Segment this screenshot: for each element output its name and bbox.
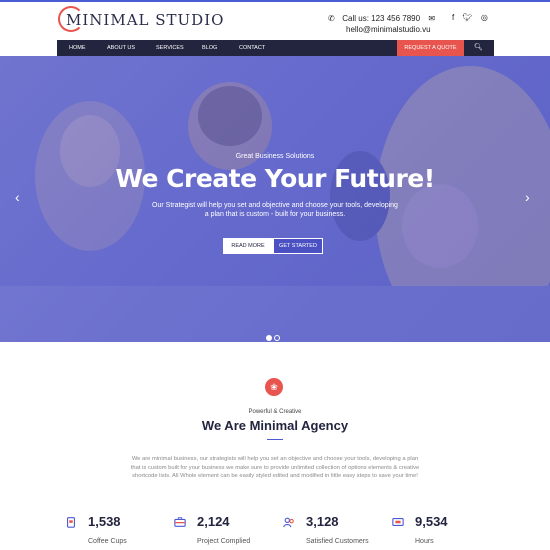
email-text[interactable]: hello@minimalstudio.vu xyxy=(346,25,431,34)
request-quote-button[interactable]: REQUEST A QUOTE xyxy=(397,40,464,56)
customers-icon xyxy=(283,517,294,528)
ticket-icon xyxy=(392,518,404,526)
slider-dot[interactable] xyxy=(274,335,280,341)
read-more-button[interactable]: READ MORE xyxy=(223,238,273,254)
hero-headline: We Create Your Future! xyxy=(115,164,435,193)
contact-info: ✆ Call us: 123 456 7890 ✉ hello@minimals… xyxy=(328,13,440,35)
sprout-icon: ❀ xyxy=(265,378,283,396)
stat-item: 1,538 Coffee Cups xyxy=(64,512,164,548)
phone-text[interactable]: Call us: 123 456 7890 xyxy=(342,14,420,23)
site-header: MINIMAL STUDIO ✆ Call us: 123 456 7890 ✉… xyxy=(0,2,550,40)
nav-item-contact[interactable]: CONTACT xyxy=(239,40,265,56)
stat-value: 9,534 xyxy=(415,514,448,529)
stat-value: 1,538 xyxy=(88,514,121,529)
about-title: We Are Minimal Agency xyxy=(201,418,349,433)
hero-kicker: Great Business Solutions xyxy=(235,153,315,160)
slider-dots xyxy=(266,328,282,342)
stat-value: 2,124 xyxy=(197,514,230,529)
slider-dot-active[interactable] xyxy=(266,335,272,341)
main-nav: HOME ABOUT US SERVICES BLOG CONTACT REQU… xyxy=(57,40,494,56)
title-underline xyxy=(267,439,283,440)
stat-label: Coffee Cups xyxy=(88,538,127,545)
hero-subtext: Our Strategist will help you set and obj… xyxy=(152,202,398,218)
stat-item: 9,534 Hours xyxy=(391,512,491,548)
nav-item-home[interactable]: HOME xyxy=(69,40,86,56)
stat-label: Hours xyxy=(415,538,434,545)
twitter-icon[interactable]: 🐦︎ xyxy=(462,13,472,22)
about-section: ❀ Powerful & Creative We Are Minimal Age… xyxy=(0,342,550,550)
stat-item: 2,124 Project Complied xyxy=(173,512,273,548)
social-links: f 🐦︎ ◎ xyxy=(452,13,494,22)
facebook-icon[interactable]: f xyxy=(452,13,454,22)
logo-text: MINIMAL STUDIO xyxy=(66,11,225,29)
nav-item-about[interactable]: ABOUT US xyxy=(107,40,135,56)
briefcase-icon xyxy=(174,517,186,527)
get-started-button[interactable]: GET STARTED xyxy=(273,238,323,254)
hero-overlay xyxy=(0,56,550,342)
stat-value: 3,128 xyxy=(306,514,339,529)
nav-item-services[interactable]: SERVICES xyxy=(156,40,184,56)
mail-icon: ✉ xyxy=(428,14,436,23)
instagram-icon[interactable]: ◎ xyxy=(481,13,488,22)
phone-icon: ✆ xyxy=(328,14,335,23)
hero-slider: ‹ › Great Business Solutions We Create Y… xyxy=(0,56,550,342)
coffee-cup-icon xyxy=(67,517,75,528)
search-icon[interactable]: 🔍︎ xyxy=(474,40,483,56)
nav-item-blog[interactable]: BLOG xyxy=(202,40,217,56)
stat-label: Satisfied Customers xyxy=(306,538,369,545)
stat-item: 3,128 Satisfied Customers xyxy=(282,512,382,548)
stat-label: Project Complied xyxy=(197,538,251,545)
about-text: We are minimal business, our strategists… xyxy=(130,456,420,480)
about-kicker: Powerful & Creative xyxy=(248,409,302,415)
